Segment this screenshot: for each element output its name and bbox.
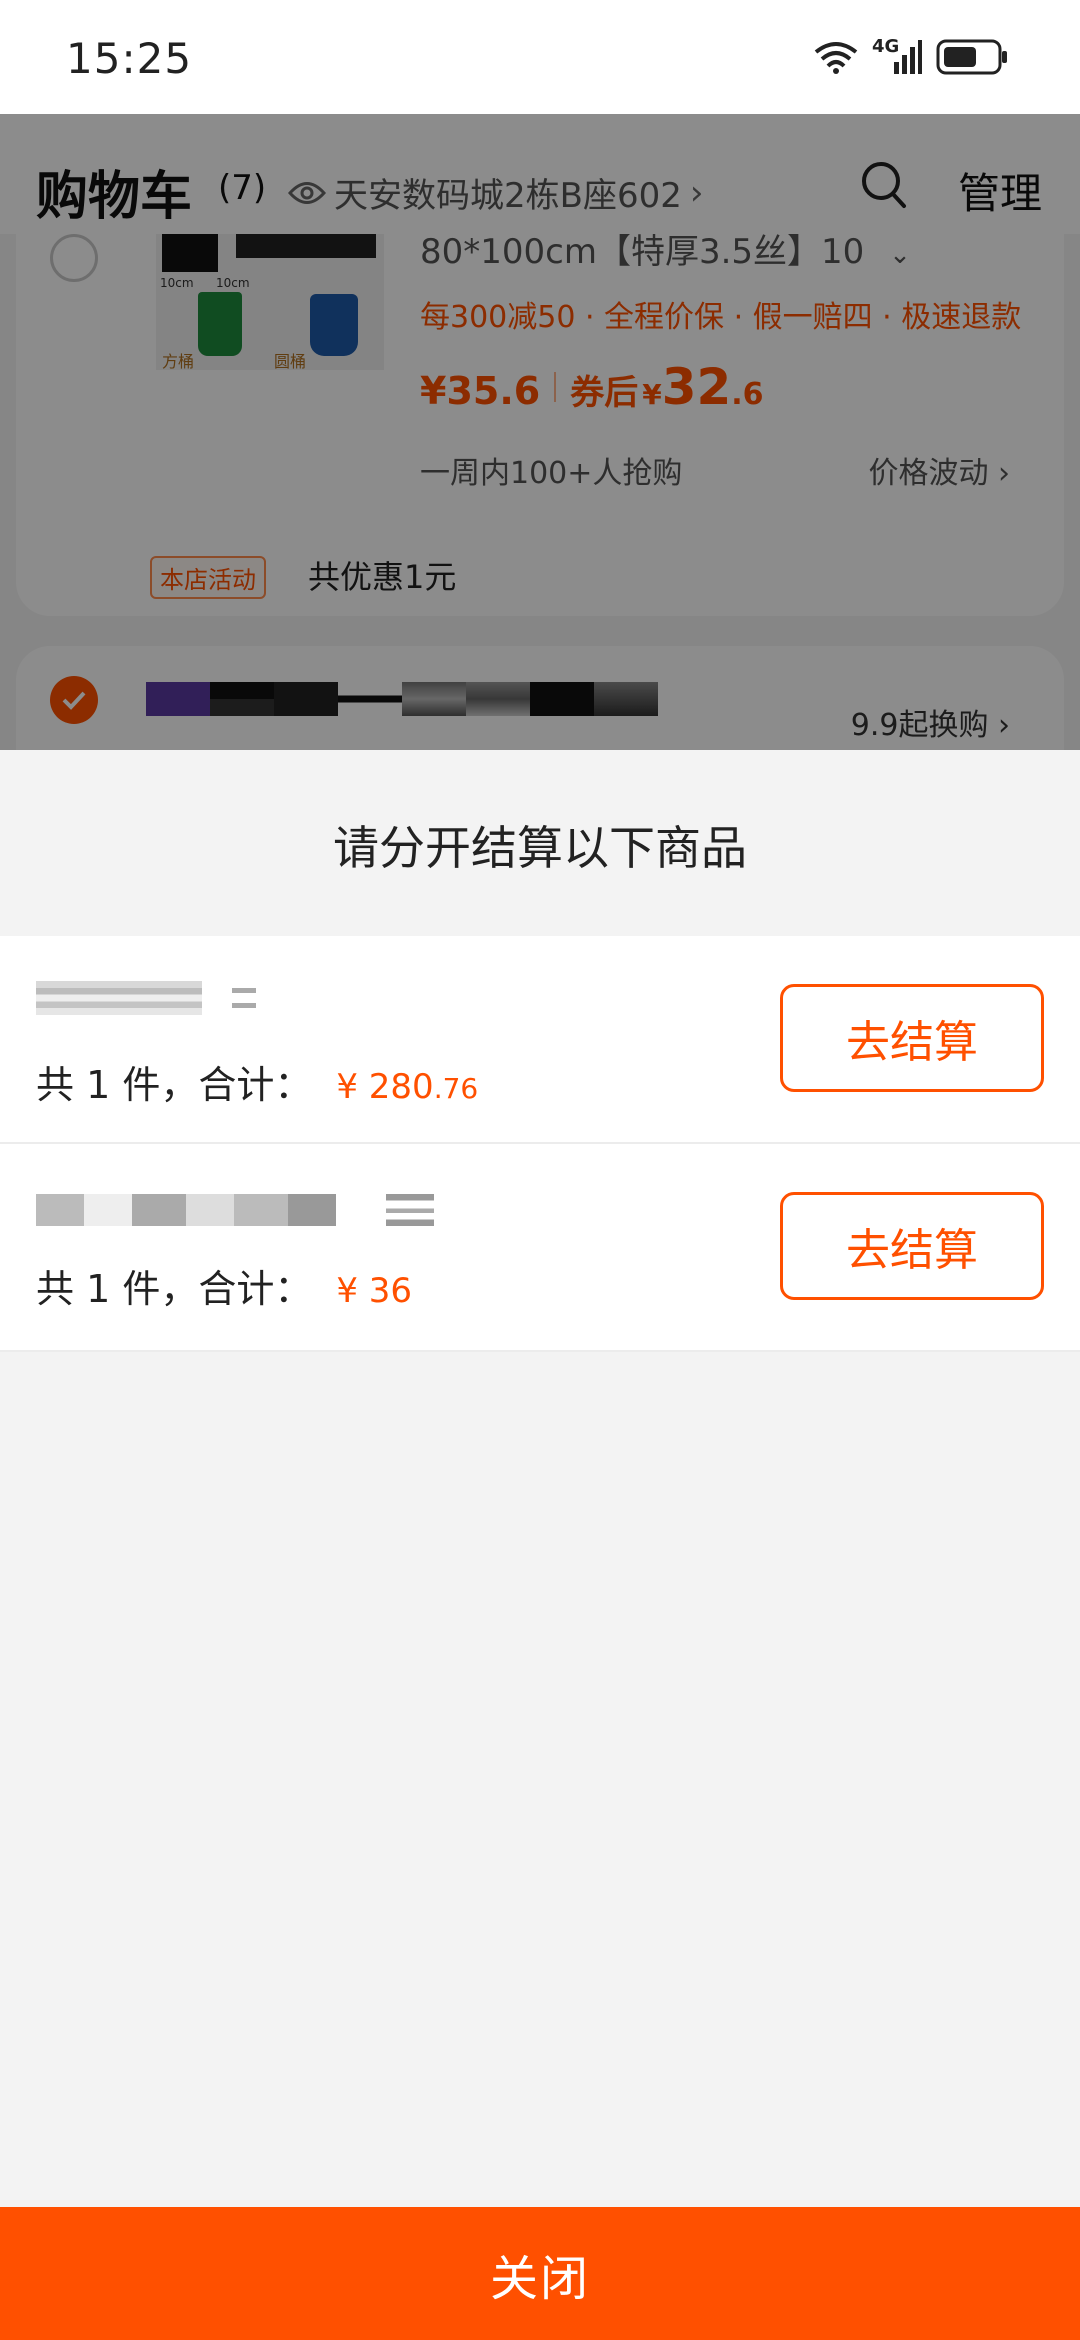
group-amount: ¥ 280.76 — [336, 1067, 478, 1107]
amount-dec: .76 — [433, 1072, 479, 1105]
divider — [0, 1350, 1080, 1352]
split-checkout-sheet: 请分开结算以下商品 共 1 件，合计： ¥ 280.76 去结算 共 1 件，合… — [0, 750, 1080, 2340]
checkout-group: 共 1 件，合计： ¥ 280.76 去结算 — [0, 936, 1080, 1142]
status-bar: 15:25 4G — [0, 0, 1080, 114]
checkout-button[interactable]: 去结算 — [780, 984, 1044, 1092]
group-summary-label: 共 1 件，合计： — [36, 1267, 313, 1311]
group-summary: 共 1 件，合计： ¥ 36 — [36, 1258, 412, 1313]
shop-name-redacted — [36, 1192, 436, 1228]
sheet-title: 请分开结算以下商品 — [333, 821, 747, 875]
close-button[interactable]: 关闭 — [0, 2207, 1080, 2340]
amount-int: 280 — [368, 1067, 434, 1107]
status-time: 15:25 — [66, 34, 193, 83]
battery-icon — [936, 39, 1007, 75]
group-amount: ¥ 36 — [336, 1271, 412, 1311]
currency-symbol: ¥ — [336, 1067, 358, 1107]
modal-overlay[interactable] — [0, 114, 1080, 750]
group-summary: 共 1 件，合计： ¥ 280.76 — [36, 1054, 478, 1109]
currency-symbol: ¥ — [336, 1271, 358, 1311]
checkout-button[interactable]: 去结算 — [780, 1192, 1044, 1300]
wifi-icon — [814, 42, 858, 74]
checkout-group: 共 1 件，合计： ¥ 36 去结算 — [0, 1144, 1080, 1350]
shop-name-redacted — [36, 980, 266, 1016]
status-icons: 4G — [814, 36, 1010, 76]
signal-icon: 4G — [872, 36, 922, 76]
amount-int: 36 — [368, 1271, 413, 1311]
group-summary-label: 共 1 件，合计： — [36, 1063, 313, 1107]
